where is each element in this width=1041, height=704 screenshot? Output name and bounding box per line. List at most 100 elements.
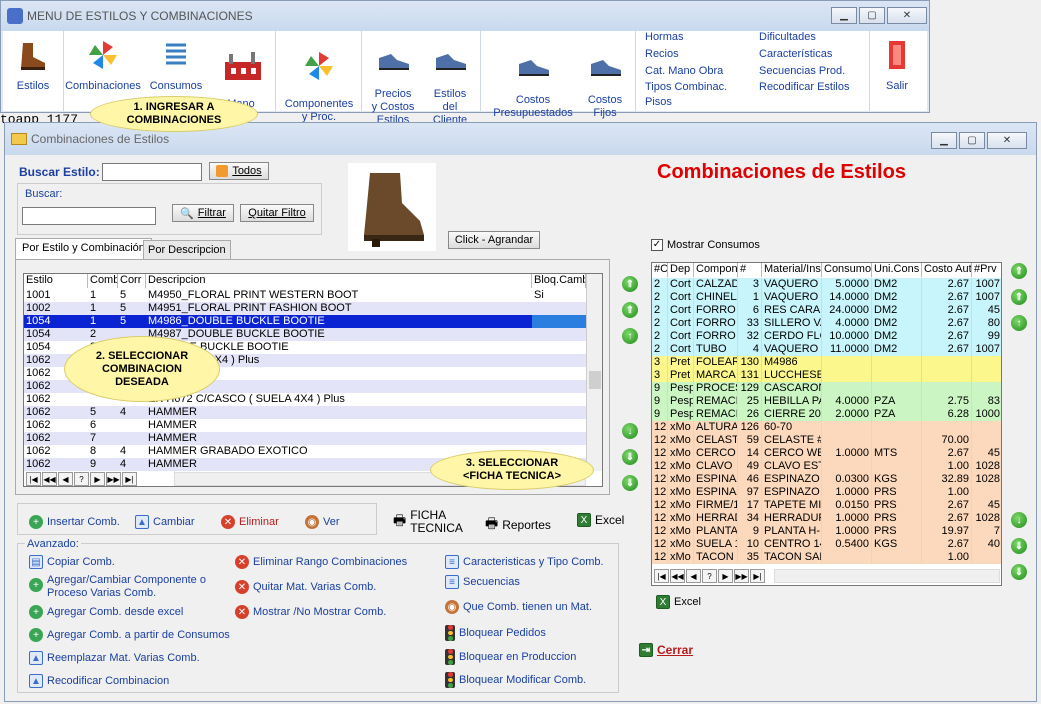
col-header-bloq[interactable]: Bloq.Cambi [532, 274, 586, 288]
mostrar-consumos-checkbox[interactable]: ✓ Mostrar Consumos [651, 239, 760, 251]
caracteristicas-tipo-button[interactable]: ≡ Caracteristicas y Tipo Comb. [445, 555, 604, 569]
minimize-button[interactable]: ▁ [931, 132, 957, 149]
agregar-comb-excel-button[interactable]: + Agregar Comb. desde excel [29, 605, 183, 619]
col-header-comb[interactable]: Comb [88, 274, 118, 288]
que-comb-tienen-mat-button[interactable]: ◉ Que Comb. tienen un Mat. [445, 600, 592, 614]
table-row[interactable]: 9PespREMACH26CIERRE 202.0000PZA6.281000 [652, 408, 1001, 421]
table-row[interactable]: 1002 1 5 M4951_FLORAL PRINT FASHION BOOT [24, 302, 586, 315]
move-bottom-icon[interactable]: ⇓ [1011, 564, 1027, 580]
excel-consumos-button[interactable]: X Excel [656, 595, 701, 609]
table-row[interactable]: 9PespREMACH25HEBILLA PA4.0000PZA2.7583 [652, 395, 1001, 408]
move-top-icon[interactable]: ⇑ [1011, 263, 1027, 279]
next-record-button[interactable]: ▶ [90, 472, 105, 486]
table-row[interactable]: 1062 7 HAMMER [24, 432, 586, 445]
link-recodificar-estilos[interactable]: Recodificar Estilos [759, 81, 849, 93]
next-page-button[interactable]: ▶▶ [734, 569, 749, 583]
maximize-button[interactable]: ▢ [959, 132, 985, 149]
col-header-material[interactable]: Material/Ins [762, 263, 822, 277]
bloquear-produccion-button[interactable]: Bloquear en Produccion [445, 649, 576, 666]
first-record-button[interactable]: |◀ [26, 472, 41, 486]
horizontal-scrollbar[interactable] [774, 569, 1000, 583]
col-header-prv[interactable]: #Prv [972, 263, 1001, 277]
agregar-comb-consumos-button[interactable]: + Agregar Comb. a partir de Consumos [29, 628, 230, 642]
reportes-button[interactable]: 🖶 Reportes [485, 513, 551, 537]
table-row[interactable]: 2CortCHINELA1VAQUERO 114.0000DM22.671007 [652, 291, 1001, 304]
table-row[interactable]: 12 xMo HERRAD 34 HERRADUR 1.0000 PRS 2.67 1028 [652, 512, 1001, 525]
todos-button[interactable]: Todos [209, 162, 269, 180]
table-row[interactable]: 12xMoESPINAZ97ESPINAZO1.0000PRS1.00 [652, 486, 1001, 499]
eliminar-button[interactable]: ✕ Eliminar [221, 515, 279, 529]
close-button[interactable]: ✕ [987, 132, 1027, 149]
link-pisos[interactable]: Pisos [645, 96, 672, 108]
move-bottom-icon[interactable]: ⇓ [622, 475, 638, 491]
prev-page-button[interactable]: ◀◀ [670, 569, 685, 583]
table-row[interactable]: 1001 1 5 M4950_FLORAL PRINT WESTERN BOOT Si [24, 289, 586, 302]
table-row[interactable]: 12 xMo CERCO 14 CERCO WE 1.0000 MTS 2.67 45 [652, 447, 1001, 460]
table-row[interactable]: 3 Pret MARCA 131 LUCCHESE [652, 369, 1001, 382]
maximize-button[interactable]: ▢ [859, 7, 885, 24]
move-up-fast-icon[interactable]: ⇑ [1011, 289, 1027, 305]
link-caracteristicas[interactable]: Características [759, 48, 832, 60]
buscar-estilo-input[interactable] [102, 163, 202, 181]
cerrar-button[interactable]: ⇥ Cerrar [639, 643, 693, 657]
table-row[interactable]: 12xMoESPINAZ46ESPINAZO0.0300KGS32.891028 [652, 473, 1001, 486]
table-row[interactable]: 12 xMo ALTURA 126 60-70 [652, 421, 1001, 434]
vertical-scrollbar[interactable] [586, 274, 602, 471]
move-down-icon[interactable]: ↓ [622, 423, 638, 439]
col-header-consumo[interactable]: Consumo [822, 263, 872, 277]
first-record-button[interactable]: |◀ [654, 569, 669, 583]
table-row[interactable]: 12 xMo CELAST 59 CELASTE # 70.00 [652, 434, 1001, 447]
table-row[interactable]: 1062 5 4 HAMMER [24, 406, 586, 419]
link-hormas[interactable]: Hormas [645, 31, 684, 43]
ficha-tecnica-button[interactable]: 🖶 FICHA TECNICA [393, 509, 463, 535]
minimize-button[interactable]: ▁ [831, 7, 857, 24]
ver-button[interactable]: ◉ Ver [305, 515, 340, 529]
table-row[interactable]: 2 Cort CALZAD 3 VAQUERO 1 5.0000 DM2 2.67 1007 [652, 278, 1001, 291]
prev-page-button[interactable]: ◀◀ [42, 472, 57, 486]
move-top-icon[interactable]: ⇑ [622, 276, 638, 292]
col-header-estilo[interactable]: Estilo [24, 274, 88, 288]
help-button[interactable]: ? [702, 569, 717, 583]
move-down-fast-icon[interactable]: ⇓ [1011, 538, 1027, 554]
combinaciones-button[interactable]: Combinaciones [65, 39, 141, 93]
table-row[interactable]: 1062 6 HAMMER [24, 419, 586, 432]
col-header-dep[interactable]: Dep [668, 263, 694, 277]
move-up-icon[interactable]: ↑ [1011, 315, 1027, 331]
secuencias-button[interactable]: ≡ Secuencias [445, 575, 520, 589]
table-row[interactable]: 12 xMo CLAVO 49 CLAVO EST 1.00 1028 [652, 460, 1001, 473]
table-row[interactable]: 12 xMo TACON 35 TACON SAL 1.00 [652, 551, 1001, 564]
move-up-icon[interactable]: ↑ [622, 328, 638, 344]
eliminar-rango-button[interactable]: ✕ Eliminar Rango Combinaciones [235, 555, 407, 569]
bloquear-pedidos-button[interactable]: Bloquear Pedidos [445, 625, 546, 642]
consumos-button[interactable]: Consumos [143, 39, 209, 93]
close-button[interactable]: ✕ [887, 7, 927, 24]
filtrar-button[interactable]: 🔍 Filtrar [172, 204, 234, 222]
last-record-button[interactable]: ▶| [750, 569, 765, 583]
table-row[interactable]: 2CortFORRO F32CERDO FLO10.0000DM22.6799 [652, 330, 1001, 343]
recodificar-combinacion-button[interactable]: ▲ Recodificar Combinacion [29, 674, 169, 688]
agregar-cambiar-componente-button[interactable]: + Agregar/Cambiar Componente o Proceso Va… [29, 574, 206, 600]
table-row[interactable]: 12 xMo FIRME/1 17 TAPETE MI 0.0150 PRS 2.67 45 [652, 499, 1001, 512]
bloquear-modificar-button[interactable]: Bloquear Modificar Comb. [445, 672, 586, 689]
last-record-button[interactable]: ▶| [122, 472, 137, 486]
tab-por-descripcion[interactable]: Por Descripcion [143, 240, 231, 260]
help-button[interactable]: ? [74, 472, 89, 486]
copiar-comb-button[interactable]: ▤ Copiar Comb. [29, 555, 115, 569]
excel-button[interactable]: X Excel [577, 513, 624, 527]
buscar-input[interactable] [22, 207, 156, 225]
link-recios[interactable]: Recios [645, 48, 679, 60]
table-row[interactable]: 2 Cort FORRO 6 RES CARAN 24.0000 DM2 2.67 45 [652, 304, 1001, 317]
col-header-descripcion[interactable]: Descripcion [146, 274, 532, 288]
col-header-num[interactable]: # [738, 263, 762, 277]
col-header-num-c[interactable]: #C [652, 263, 668, 277]
consumos-grid[interactable]: #C Dep Compon # Material/Ins Consumo Uni… [651, 262, 1002, 586]
mostrar-no-mostrar-button[interactable]: ✕ Mostrar /No Mostrar Comb. [235, 605, 386, 619]
prev-record-button[interactable]: ◀ [58, 472, 73, 486]
table-row[interactable]: 2 Cort TUBO 4 VAQUERO 1 11.0000 DM2 2.67 1007 [652, 343, 1001, 356]
next-record-button[interactable]: ▶ [718, 569, 733, 583]
link-secuencias-prod[interactable]: Secuencias Prod. [759, 65, 845, 77]
table-row[interactable]: 12 xMo SUELA 1 10 CENTRO 14 0.5400 KGS 2.67 40 [652, 538, 1001, 551]
quitar-filtro-button[interactable]: Quitar Filtro [240, 204, 314, 222]
table-row[interactable]: 9 Pesp PROCES 129 CASCARON [652, 382, 1001, 395]
move-down-icon[interactable]: ↓ [1011, 512, 1027, 528]
